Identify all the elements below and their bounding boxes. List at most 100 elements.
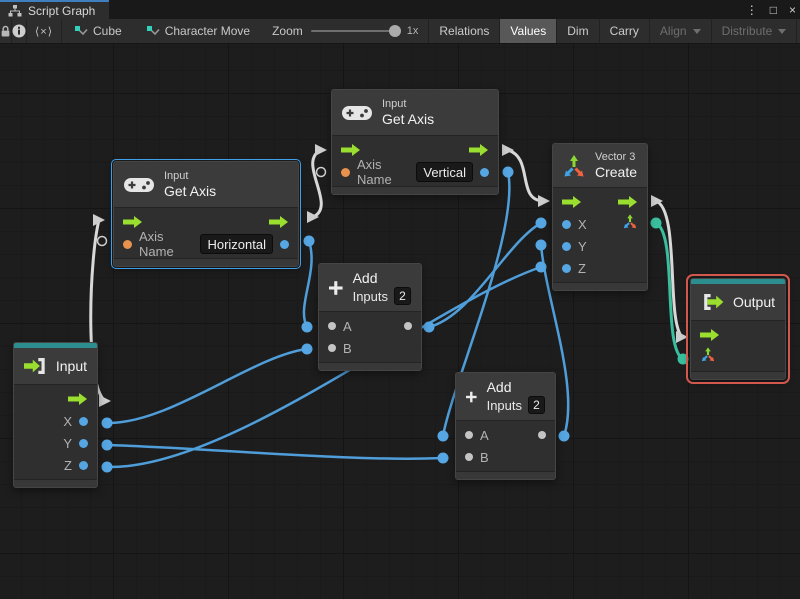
value-input-port[interactable] xyxy=(562,219,571,229)
node-output[interactable]: Output xyxy=(686,274,790,384)
wire-add1-to-vector3-x[interactable] xyxy=(428,221,542,329)
value-input-port[interactable] xyxy=(562,241,571,251)
vector3-input-port[interactable] xyxy=(700,347,716,367)
wire-flow-vertical-to-vector3[interactable] xyxy=(507,148,545,203)
info-icon xyxy=(12,24,26,38)
port-label: X xyxy=(578,216,587,232)
vector3-icon xyxy=(623,214,637,229)
string-input-port[interactable] xyxy=(341,167,350,177)
tab-bar: Script Graph ⋮ □ × xyxy=(0,0,800,19)
flow-in-port[interactable] xyxy=(123,216,143,228)
value-output-port[interactable] xyxy=(79,438,88,448)
port-label: Z xyxy=(578,260,586,276)
output-bracket-icon xyxy=(704,294,724,310)
value-input-port[interactable] xyxy=(465,431,473,439)
zoom-slider-knob[interactable] xyxy=(388,25,401,37)
inputs-count-field[interactable]: 2 xyxy=(394,287,411,305)
inputs-count-field[interactable]: 2 xyxy=(528,396,545,414)
wire-endpoint xyxy=(677,353,689,365)
tab-script-graph[interactable]: Script Graph xyxy=(0,0,110,19)
vector3-output-port[interactable] xyxy=(622,214,638,234)
flow-in-port[interactable] xyxy=(700,329,720,341)
chevron-down-icon xyxy=(692,28,701,34)
flow-out-port[interactable] xyxy=(469,144,489,156)
value-input-port[interactable] xyxy=(328,322,336,330)
node-vector3-create[interactable]: Vector 3 Create X Y Z xyxy=(552,143,648,291)
node-title: Add xyxy=(352,270,378,286)
tab-title: Script Graph xyxy=(28,3,96,18)
node-subtitle: Vector 3 xyxy=(595,151,636,163)
relations-button[interactable]: Relations xyxy=(428,19,499,43)
node-add-1[interactable]: Add Inputs 2 A B xyxy=(318,263,422,371)
flow-out-port[interactable] xyxy=(618,196,638,208)
value-output-port[interactable] xyxy=(79,460,88,470)
flow-out-port[interactable] xyxy=(269,216,289,228)
close-button[interactable]: × xyxy=(789,3,796,17)
gamepad-icon xyxy=(124,177,154,192)
value-output-port[interactable] xyxy=(480,167,489,177)
value-input-port[interactable] xyxy=(328,344,336,352)
wire-flow-horizontal-to-vertical[interactable] xyxy=(311,148,323,219)
flow-out-port[interactable] xyxy=(68,393,88,405)
flow-in-port[interactable] xyxy=(341,144,361,156)
carry-button[interactable]: Carry xyxy=(598,19,649,43)
graph-canvas[interactable]: Input Get Axis Axis Name Vertical Input … xyxy=(0,44,800,599)
node-input[interactable]: Input X Y Z xyxy=(13,342,98,488)
wire-endpoint xyxy=(502,166,514,178)
flow-in-port[interactable] xyxy=(562,196,582,208)
overview-button[interactable]: Overview xyxy=(796,19,800,43)
wire-horizontal-to-add1-a[interactable] xyxy=(302,240,313,328)
lock-button[interactable] xyxy=(0,19,12,43)
value-output-port[interactable] xyxy=(538,431,546,439)
breadcrumb-cube[interactable]: Cube xyxy=(62,24,134,38)
port-label: Y xyxy=(63,435,72,451)
zoom-slider[interactable] xyxy=(310,25,401,37)
align-dropdown[interactable]: Align xyxy=(648,19,711,43)
node-add-2[interactable]: Add Inputs 2 A B xyxy=(455,372,556,480)
wire-endpoint xyxy=(535,239,547,251)
maximize-button[interactable]: □ xyxy=(770,3,777,17)
breadcrumb-label: Cube xyxy=(93,24,122,38)
port-label: X xyxy=(63,413,72,429)
node-footer xyxy=(456,471,555,479)
breadcrumb-character-move[interactable]: Character Move xyxy=(134,24,262,38)
dim-button[interactable]: Dim xyxy=(556,19,598,43)
port-label: B xyxy=(480,449,489,465)
window-menu-button[interactable]: ⋮ xyxy=(746,3,758,17)
node-footer xyxy=(691,371,785,379)
string-input-port[interactable] xyxy=(123,239,132,249)
wire-input-y-to-add2-b[interactable] xyxy=(106,443,444,460)
wire-endpoint xyxy=(303,235,315,247)
node-footer xyxy=(553,282,647,290)
wire-endpoint xyxy=(301,343,313,355)
zoom-label: Zoom xyxy=(272,24,303,38)
code-view-button[interactable]: ⟨×⟩ xyxy=(27,19,63,43)
vector3-icon xyxy=(564,154,584,176)
value-output-port[interactable] xyxy=(79,416,88,426)
axis-name-field[interactable]: Vertical xyxy=(416,162,473,182)
axis-name-field[interactable]: Horizontal xyxy=(200,234,273,254)
script-graph-window: Script Graph ⋮ □ × ⟨×⟩ Cube Character Mo… xyxy=(0,0,800,599)
values-button[interactable]: Values xyxy=(499,19,557,43)
value-input-port[interactable] xyxy=(562,263,571,273)
info-button[interactable] xyxy=(12,19,27,43)
port-label: Axis Name xyxy=(357,157,392,187)
node-get-axis-vertical[interactable]: Input Get Axis Axis Name Vertical xyxy=(331,89,499,195)
value-input-port[interactable] xyxy=(465,453,473,461)
zoom-value: 1x xyxy=(406,25,419,37)
node-subtitle: Input xyxy=(382,98,407,110)
unconnected-port-circle[interactable] xyxy=(315,166,327,178)
value-output-port[interactable] xyxy=(280,239,289,249)
node-get-axis-horizontal[interactable]: Input Get Axis Axis Name Horizontal xyxy=(111,159,301,269)
distribute-dropdown[interactable]: Distribute xyxy=(710,19,797,43)
wire-endpoint xyxy=(535,261,547,273)
port-label: A xyxy=(343,318,352,334)
toolbar: ⟨×⟩ Cube Character Move Zoom 1x Relation… xyxy=(0,19,800,44)
node-title: Create xyxy=(595,164,638,180)
node-title: Output xyxy=(732,293,775,310)
unconnected-port-circle[interactable] xyxy=(96,235,108,247)
port-label: A xyxy=(480,427,489,443)
input-bracket-icon xyxy=(24,358,45,374)
value-output-port[interactable] xyxy=(404,322,412,330)
wire-endpoint xyxy=(437,430,449,442)
